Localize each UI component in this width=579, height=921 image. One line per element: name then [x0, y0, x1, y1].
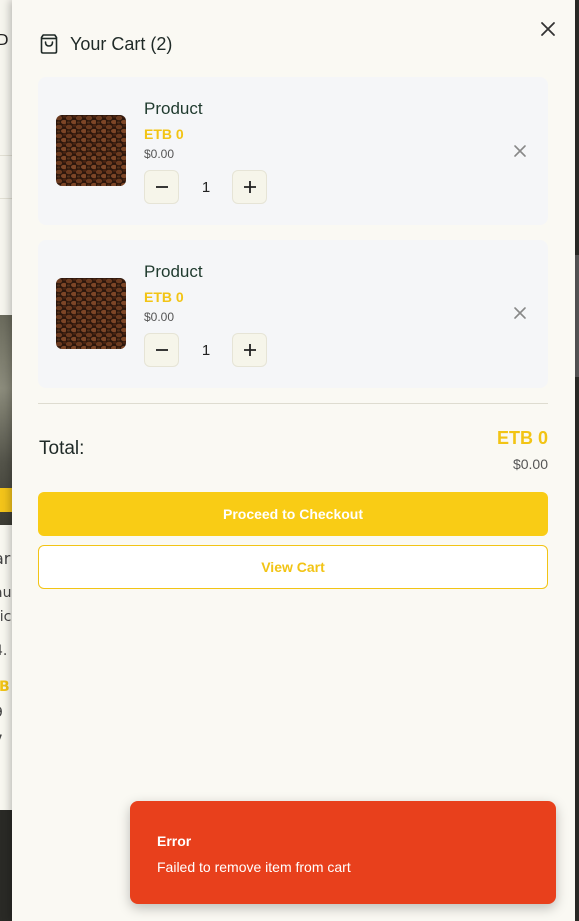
- minus-icon: [155, 349, 168, 351]
- product-price-etb: ETB 0: [144, 289, 184, 305]
- proceed-to-checkout-button[interactable]: Proceed to Checkout: [38, 492, 548, 536]
- background-card-text: ric: [0, 609, 12, 625]
- background-card-text: B: [0, 679, 10, 695]
- background-divider: [0, 155, 12, 156]
- decrease-quantity-button[interactable]: [144, 333, 179, 367]
- view-cart-button[interactable]: View Cart: [38, 545, 548, 589]
- total-price-usd: $0.00: [512, 456, 548, 472]
- remove-item-button[interactable]: [512, 143, 528, 159]
- close-icon[interactable]: [537, 18, 559, 40]
- error-toast[interactable]: Error Failed to remove item from cart: [130, 801, 556, 904]
- decrease-quantity-button[interactable]: [144, 170, 179, 204]
- plus-icon: [243, 181, 256, 193]
- total-price-etb: ETB 0: [496, 428, 548, 448]
- background-card-text: ar: [0, 549, 11, 568]
- cart-item: Product ETB 0 $0.00 1: [38, 77, 548, 225]
- quantity-value: 1: [201, 179, 211, 196]
- cart-item: Product ETB 0 $0.00 1: [38, 240, 548, 388]
- increase-quantity-button[interactable]: [232, 333, 267, 367]
- product-image: [56, 115, 126, 186]
- background-header-text: D: [0, 31, 9, 49]
- toast-message: Failed to remove item from cart: [157, 859, 351, 875]
- cart-header: Your Cart (2): [38, 33, 172, 55]
- product-price-etb: ETB 0: [144, 126, 184, 142]
- background-card-text: 7: [0, 733, 3, 749]
- remove-item-button[interactable]: [512, 305, 528, 321]
- background-header: D: [0, 0, 12, 315]
- background-edge: [575, 255, 579, 377]
- plus-icon: [243, 344, 256, 356]
- cart-title: Your Cart (2): [70, 33, 173, 54]
- increase-quantity-button[interactable]: [232, 170, 267, 204]
- product-name: Product: [144, 262, 203, 281]
- total-label: Total:: [39, 438, 85, 459]
- background-product-card: ar au ric 4. B 9 7: [0, 525, 12, 810]
- background-card-text: au: [0, 585, 12, 601]
- background-badge: [0, 488, 12, 512]
- background-divider: [0, 198, 12, 199]
- product-price-usd: $0.00: [144, 310, 175, 324]
- quantity-value: 1: [201, 342, 211, 359]
- product-name: Product: [144, 99, 203, 118]
- remove-icon: [514, 307, 526, 319]
- product-image: [56, 278, 126, 349]
- divider: [38, 403, 548, 404]
- background-card-text: 4.: [0, 643, 8, 659]
- minus-icon: [155, 186, 168, 188]
- background-card-text: 9: [0, 705, 3, 721]
- product-price-usd: $0.00: [144, 147, 175, 161]
- toast-title: Error: [157, 833, 192, 849]
- cart-drawer: Your Cart (2) Product ETB 0 $0.00 1 Prod…: [12, 0, 575, 921]
- shopping-bag-icon: [40, 34, 58, 54]
- remove-icon: [514, 145, 526, 157]
